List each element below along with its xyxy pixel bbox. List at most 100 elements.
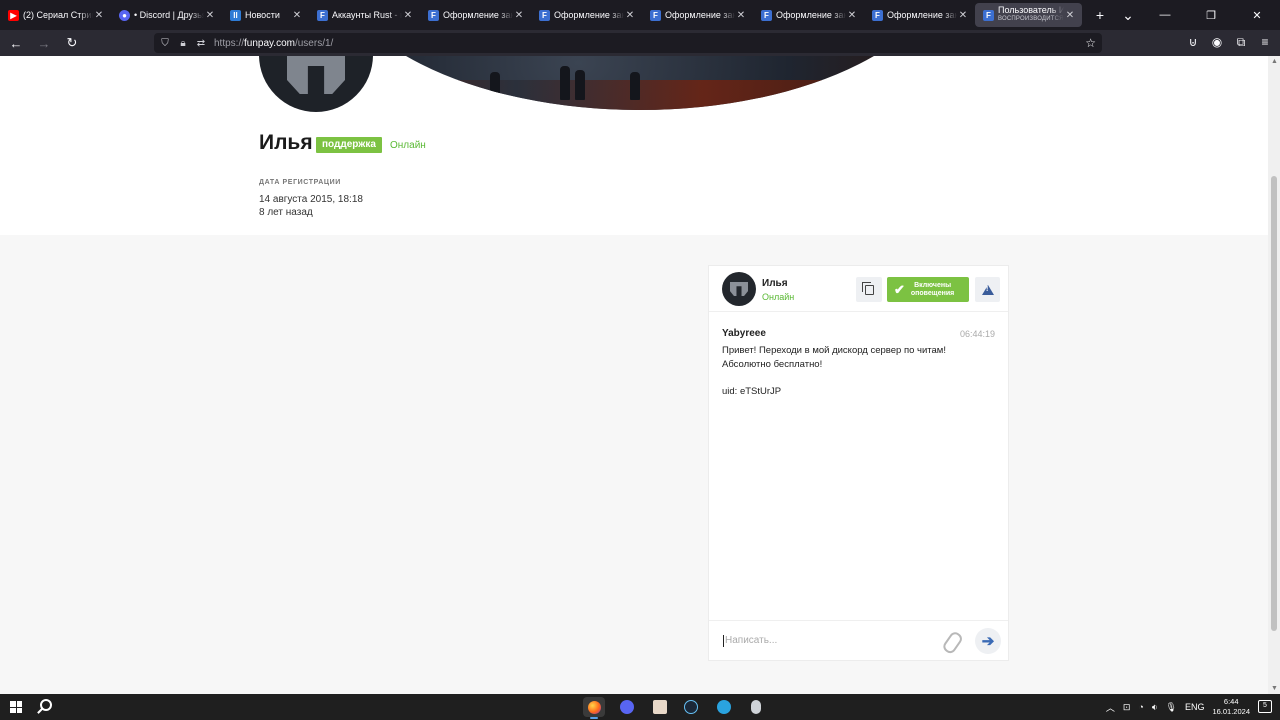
- tab-title: Оформление заказа: [887, 10, 957, 20]
- cover-figure: [630, 72, 640, 100]
- page-scrollbar[interactable]: ▲ ▼: [1268, 56, 1280, 694]
- helmet-icon: [287, 56, 345, 94]
- notifications-icon[interactable]: 5: [1258, 700, 1272, 713]
- language-indicator[interactable]: ENG: [1185, 702, 1205, 712]
- windows-taskbar: ︿ ⊡ ◔ 🔉︎ 🎙︎ ENG 6:44 16.01.2024 5: [0, 694, 1280, 720]
- tab-youtube[interactable]: ▶ (2) Сериал Стримерс ✕: [0, 0, 111, 30]
- tab-title: (2) Сериал Стримерс: [23, 10, 93, 20]
- copy-icon: [861, 281, 874, 295]
- network-icon[interactable]: ⊡: [1123, 702, 1131, 713]
- steam-icon[interactable]: [680, 697, 702, 717]
- tab-order-2[interactable]: F Оформление заказа ✕: [531, 0, 642, 30]
- speaker-icon[interactable]: 🔉︎: [1152, 702, 1158, 713]
- tab-order-1[interactable]: F Оформление заказа ✕: [420, 0, 531, 30]
- message-input[interactable]: Написать...: [725, 635, 777, 646]
- close-icon[interactable]: ✕: [204, 10, 216, 21]
- reload-icon[interactable]: ↻: [60, 35, 84, 51]
- scrollbar-thumb[interactable]: [1271, 176, 1277, 631]
- check-icon: ✔: [894, 281, 905, 297]
- funpay-icon: F: [761, 9, 772, 21]
- close-icon[interactable]: ✕: [402, 10, 414, 21]
- chevron-down-icon[interactable]: ⌄: [1114, 7, 1142, 24]
- forward-arrow-icon[interactable]: →: [32, 36, 56, 51]
- chat-avatar[interactable]: [722, 272, 756, 306]
- tab-playing-label: ВОСПРОИЗВОДИТСЯ: [998, 16, 1064, 22]
- notifications-toggle-button[interactable]: ✔ Включены оповещения: [887, 277, 969, 302]
- url-text[interactable]: https://funpay.com/users/1/: [214, 38, 333, 49]
- profile-header: Илья поддержка Онлайн ДАТА РЕГИСТРАЦИИ 1…: [0, 56, 1268, 235]
- warning-icon: [981, 284, 994, 295]
- tab-news[interactable]: ll Новости ✕: [222, 0, 309, 30]
- discord-icon: ●: [119, 9, 130, 21]
- shield-icon[interactable]: ⛉: [160, 38, 170, 49]
- scroll-up-icon[interactable]: ▲: [1271, 58, 1278, 65]
- close-icon[interactable]: ✕: [735, 10, 747, 21]
- copy-button[interactable]: [856, 277, 882, 302]
- funpay-icon: F: [539, 9, 550, 21]
- permissions-icon[interactable]: ⇄: [196, 38, 206, 49]
- close-icon[interactable]: ✕: [1064, 10, 1076, 21]
- system-tray: ︿ ⊡ ◔ 🔉︎ 🎙︎ ENG 6:44 16.01.2024: [1106, 694, 1250, 720]
- close-icon[interactable]: ✕: [93, 10, 105, 21]
- tab-order-5[interactable]: F Оформление заказа ✕: [864, 0, 975, 30]
- close-icon[interactable]: ✕: [513, 10, 525, 21]
- new-tab-icon[interactable]: +: [1086, 7, 1114, 23]
- minimize-icon[interactable]: —: [1142, 9, 1188, 22]
- close-icon[interactable]: ✕: [957, 10, 969, 21]
- cover-ground: [330, 80, 950, 110]
- support-badge: поддержка: [316, 137, 382, 153]
- tab-rust-accounts[interactable]: F Аккаунты Rust - купить ✕: [309, 0, 420, 30]
- search-icon[interactable]: [40, 699, 52, 711]
- telegram-icon[interactable]: [713, 697, 735, 717]
- app-icon[interactable]: [745, 697, 767, 717]
- tab-order-4[interactable]: F Оформление заказа ✕: [753, 0, 864, 30]
- tab-title: Аккаунты Rust - купить: [332, 10, 402, 20]
- lock-icon[interactable]: 🔒︎: [178, 38, 188, 49]
- clock-date: 16.01.2024: [1212, 707, 1250, 716]
- clock[interactable]: 6:44 16.01.2024: [1212, 697, 1250, 717]
- extensions-icon[interactable]: ⧉: [1234, 35, 1248, 50]
- close-icon[interactable]: ✕: [291, 10, 303, 21]
- report-button[interactable]: [975, 277, 1000, 302]
- chat-user-name[interactable]: Илья: [762, 278, 788, 289]
- scroll-down-icon[interactable]: ▼: [1271, 685, 1278, 692]
- close-icon[interactable]: ✕: [624, 10, 636, 21]
- message-text: Привет! Переходи в мой дискорд сервер по…: [722, 345, 946, 397]
- send-button[interactable]: ➔: [975, 628, 1001, 654]
- tab-order-3[interactable]: F Оформление заказа ✕: [642, 0, 753, 30]
- restore-icon[interactable]: ❐: [1188, 9, 1234, 22]
- microphone-icon[interactable]: 🎙︎: [1166, 702, 1177, 713]
- online-status: Онлайн: [390, 140, 426, 151]
- back-arrow-icon[interactable]: ←: [4, 36, 28, 51]
- pocket-icon[interactable]: ⊍: [1186, 35, 1200, 50]
- tab-discord[interactable]: ● • Discord | Друзья ✕: [111, 0, 222, 30]
- cover-figure: [575, 70, 585, 100]
- helmet-icon: [730, 282, 748, 296]
- tab-title: Оформление заказа: [554, 10, 624, 20]
- chat-user-status: Онлайн: [762, 292, 795, 302]
- firefox-icon[interactable]: [583, 697, 605, 719]
- page-content: Илья поддержка Онлайн ДАТА РЕГИСТРАЦИИ 1…: [0, 56, 1268, 694]
- tab-user-profile[interactable]: F Пользователь Илья ВОСПРОИЗВОДИТСЯ ✕: [975, 3, 1082, 27]
- chat-panel: Илья Онлайн ✔ Включены оповещения Yabyre…: [708, 265, 1009, 661]
- profile-cover-image: [330, 56, 950, 110]
- cover-figure: [490, 72, 500, 100]
- url-path: /users/1/: [294, 37, 334, 49]
- windows-start-icon[interactable]: [10, 701, 22, 713]
- funpay-icon: F: [872, 9, 883, 21]
- chevron-up-icon[interactable]: ︿: [1106, 701, 1115, 714]
- bookmark-star-icon[interactable]: ☆: [1085, 36, 1096, 50]
- notifications-label: Включены оповещения: [910, 281, 955, 297]
- close-icon[interactable]: ✕: [846, 10, 858, 21]
- profile-name: Илья: [259, 131, 313, 154]
- paperclip-icon[interactable]: [941, 629, 964, 653]
- wifi-icon[interactable]: ◔: [1138, 702, 1143, 712]
- discord-app-icon[interactable]: [616, 697, 638, 717]
- account-icon[interactable]: ◉: [1210, 35, 1224, 50]
- message-author[interactable]: Yabyreee: [722, 328, 766, 339]
- tab-title: Пользователь Илья: [998, 6, 1064, 15]
- address-bar[interactable]: ⛉ 🔒︎ ⇄ https://funpay.com/users/1/ ☆: [154, 33, 1102, 53]
- window-close-icon[interactable]: ✕: [1234, 9, 1280, 22]
- menu-icon[interactable]: ≡: [1258, 35, 1272, 50]
- game-app-icon[interactable]: [649, 697, 671, 717]
